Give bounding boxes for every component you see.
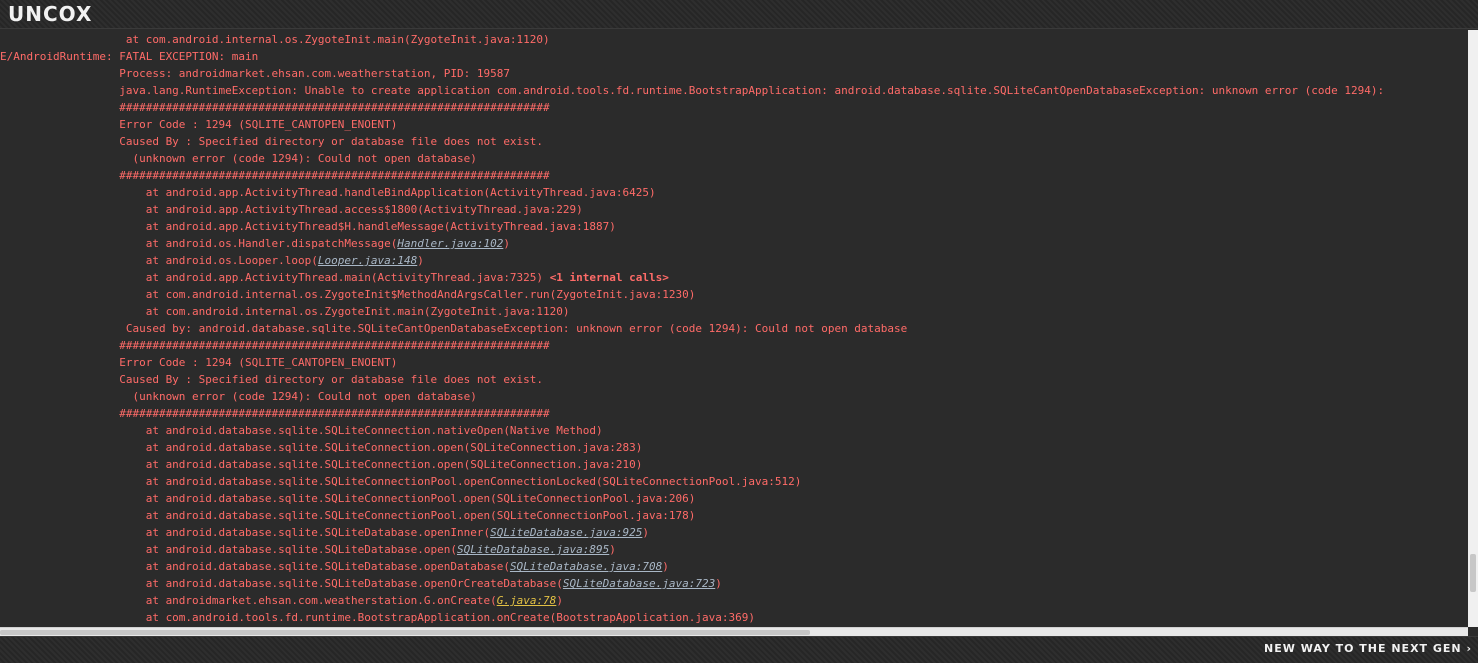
- log-text: at android.database.sqlite.SQLiteDatabas…: [0, 560, 510, 573]
- log-text: at android.database.sqlite.SQLiteConnect…: [0, 509, 696, 522]
- log-line: at android.app.ActivityThread.main(Activ…: [0, 269, 669, 286]
- log-text: (unknown error (code 1294): Could not op…: [0, 152, 477, 165]
- source-link[interactable]: Handler.java:102: [397, 237, 503, 250]
- log-line: ########################################…: [0, 99, 550, 116]
- log-line: (unknown error (code 1294): Could not op…: [0, 388, 477, 405]
- log-line: Caused by: android.database.sqlite.SQLit…: [0, 320, 907, 337]
- log-text-suffix: ): [662, 560, 669, 573]
- log-line: ########################################…: [0, 167, 550, 184]
- tagline-link[interactable]: NEW WAY TO THE NEXT GEN ›: [1264, 642, 1472, 655]
- log-text: at android.database.sqlite.SQLiteConnect…: [0, 492, 696, 505]
- log-text: at android.database.sqlite.SQLiteConnect…: [0, 441, 643, 454]
- log-text: ########################################…: [0, 407, 550, 420]
- log-line: Caused By : Specified directory or datab…: [0, 133, 543, 150]
- log-text: ########################################…: [0, 169, 550, 182]
- log-line: (unknown error (code 1294): Could not op…: [0, 150, 477, 167]
- log-text: E/AndroidRuntime: FATAL EXCEPTION: main: [0, 50, 259, 63]
- log-text: at com.android.internal.os.ZygoteInit.ma…: [0, 33, 550, 46]
- bottom-bar: NEW WAY TO THE NEXT GEN ›: [0, 636, 1478, 663]
- log-text: at android.app.ActivityThread$H.handleMe…: [0, 220, 616, 233]
- vertical-scrollbar[interactable]: [1468, 30, 1478, 627]
- log-text: at com.android.internal.os.ZygoteInit.ma…: [0, 305, 570, 318]
- log-text: at android.database.sqlite.SQLiteDatabas…: [0, 543, 457, 556]
- log-line: Caused By : Specified directory or datab…: [0, 371, 543, 388]
- log-text: at android.database.sqlite.SQLiteConnect…: [0, 475, 802, 488]
- source-link[interactable]: SQLiteDatabase.java:723: [563, 577, 715, 590]
- log-line: at android.database.sqlite.SQLiteDatabas…: [0, 558, 669, 575]
- log-line: java.lang.RuntimeException: Unable to cr…: [0, 82, 1384, 99]
- top-bar: UNCOX: [0, 0, 1478, 29]
- log-line: at android.database.sqlite.SQLiteConnect…: [0, 456, 643, 473]
- log-text: ########################################…: [0, 339, 550, 352]
- log-line: ########################################…: [0, 337, 550, 354]
- source-link[interactable]: SQLiteDatabase.java:925: [490, 526, 642, 539]
- source-link[interactable]: SQLiteDatabase.java:708: [510, 560, 662, 573]
- log-text: at android.app.ActivityThread.main(Activ…: [0, 271, 550, 284]
- log-line: at android.database.sqlite.SQLiteDatabas…: [0, 575, 722, 592]
- log-line: at android.database.sqlite.SQLiteConnect…: [0, 439, 643, 456]
- log-text-suffix: ): [609, 543, 616, 556]
- log-line: at com.android.internal.os.ZygoteInit.ma…: [0, 31, 550, 48]
- log-line: at android.os.Looper.loop(Looper.java:14…: [0, 252, 424, 269]
- log-text: java.lang.RuntimeException: Unable to cr…: [0, 84, 1385, 97]
- log-line: at android.app.ActivityThread$H.handleMe…: [0, 218, 616, 235]
- log-line: at android.database.sqlite.SQLiteConnect…: [0, 490, 696, 507]
- log-text: Process: androidmarket.ehsan.com.weather…: [0, 67, 510, 80]
- log-line: at android.database.sqlite.SQLiteConnect…: [0, 422, 603, 439]
- logcat-console[interactable]: at com.android.internal.os.ZygoteInit.ma…: [0, 30, 1468, 627]
- log-text-suffix: ): [642, 526, 650, 539]
- internal-calls-fold[interactable]: <1 internal calls>: [550, 271, 669, 284]
- log-text-suffix: ): [503, 237, 510, 250]
- log-line: at androidmarket.ehsan.com.weatherstatio…: [0, 592, 563, 609]
- log-line: at com.android.internal.os.ZygoteInit$Me…: [0, 286, 696, 303]
- vertical-scroll-thumb[interactable]: [1470, 554, 1476, 592]
- log-text: (unknown error (code 1294): Could not op…: [0, 390, 477, 403]
- log-text: Caused by: android.database.sqlite.SQLit…: [0, 322, 908, 335]
- log-text-suffix: ): [715, 577, 722, 590]
- log-text: at androidmarket.ehsan.com.weatherstatio…: [0, 594, 497, 607]
- log-line: E/AndroidRuntime: FATAL EXCEPTION: main: [0, 48, 258, 65]
- log-text: at android.database.sqlite.SQLiteConnect…: [0, 424, 603, 437]
- log-line: ########################################…: [0, 405, 550, 422]
- log-text: Caused By : Specified directory or datab…: [0, 373, 544, 386]
- source-link[interactable]: SQLiteDatabase.java:895: [457, 543, 609, 556]
- log-text: at android.os.Handler.dispatchMessage(: [0, 237, 398, 250]
- log-line: at android.database.sqlite.SQLiteConnect…: [0, 507, 696, 524]
- log-line: at android.database.sqlite.SQLiteDatabas…: [0, 541, 616, 558]
- log-line: at android.database.sqlite.SQLiteConnect…: [0, 473, 802, 490]
- log-line: at android.database.sqlite.SQLiteDatabas…: [0, 524, 649, 541]
- log-text: at android.os.Looper.loop(: [0, 254, 318, 267]
- log-line: at com.android.tools.fd.runtime.Bootstra…: [0, 609, 755, 626]
- log-line: Error Code : 1294 (SQLITE_CANTOPEN_ENOEN…: [0, 354, 397, 371]
- log-text: at com.android.internal.os.ZygoteInit$Me…: [0, 288, 696, 301]
- horizontal-scroll-thumb[interactable]: [0, 630, 810, 635]
- log-text-suffix: ): [556, 594, 563, 607]
- uncox-logo: UNCOX: [8, 2, 93, 26]
- log-text-suffix: ): [417, 254, 424, 267]
- log-line: Error Code : 1294 (SQLITE_CANTOPEN_ENOEN…: [0, 116, 397, 133]
- log-text: at android.database.sqlite.SQLiteDatabas…: [0, 526, 491, 539]
- log-line: at android.app.ActivityThread.handleBind…: [0, 184, 656, 201]
- log-text: at com.android.tools.fd.runtime.Bootstra…: [0, 611, 755, 624]
- log-text: Error Code : 1294 (SQLITE_CANTOPEN_ENOEN…: [0, 356, 398, 369]
- log-line: at android.app.ActivityThread.access$180…: [0, 201, 583, 218]
- log-text: at android.app.ActivityThread.handleBind…: [0, 186, 656, 199]
- source-link[interactable]: G.java:78: [497, 594, 557, 607]
- log-line: at android.os.Handler.dispatchMessage(Ha…: [0, 235, 510, 252]
- log-line: at com.android.internal.os.ZygoteInit.ma…: [0, 303, 570, 320]
- log-text: at android.database.sqlite.SQLiteConnect…: [0, 458, 643, 471]
- log-text: at android.database.sqlite.SQLiteDatabas…: [0, 577, 563, 590]
- log-text: Caused By : Specified directory or datab…: [0, 135, 544, 148]
- log-text: ########################################…: [0, 101, 550, 114]
- log-text: Error Code : 1294 (SQLITE_CANTOPEN_ENOEN…: [0, 118, 398, 131]
- log-line: Process: androidmarket.ehsan.com.weather…: [0, 65, 510, 82]
- log-text: at android.app.ActivityThread.access$180…: [0, 203, 583, 216]
- source-link[interactable]: Looper.java:148: [318, 254, 417, 267]
